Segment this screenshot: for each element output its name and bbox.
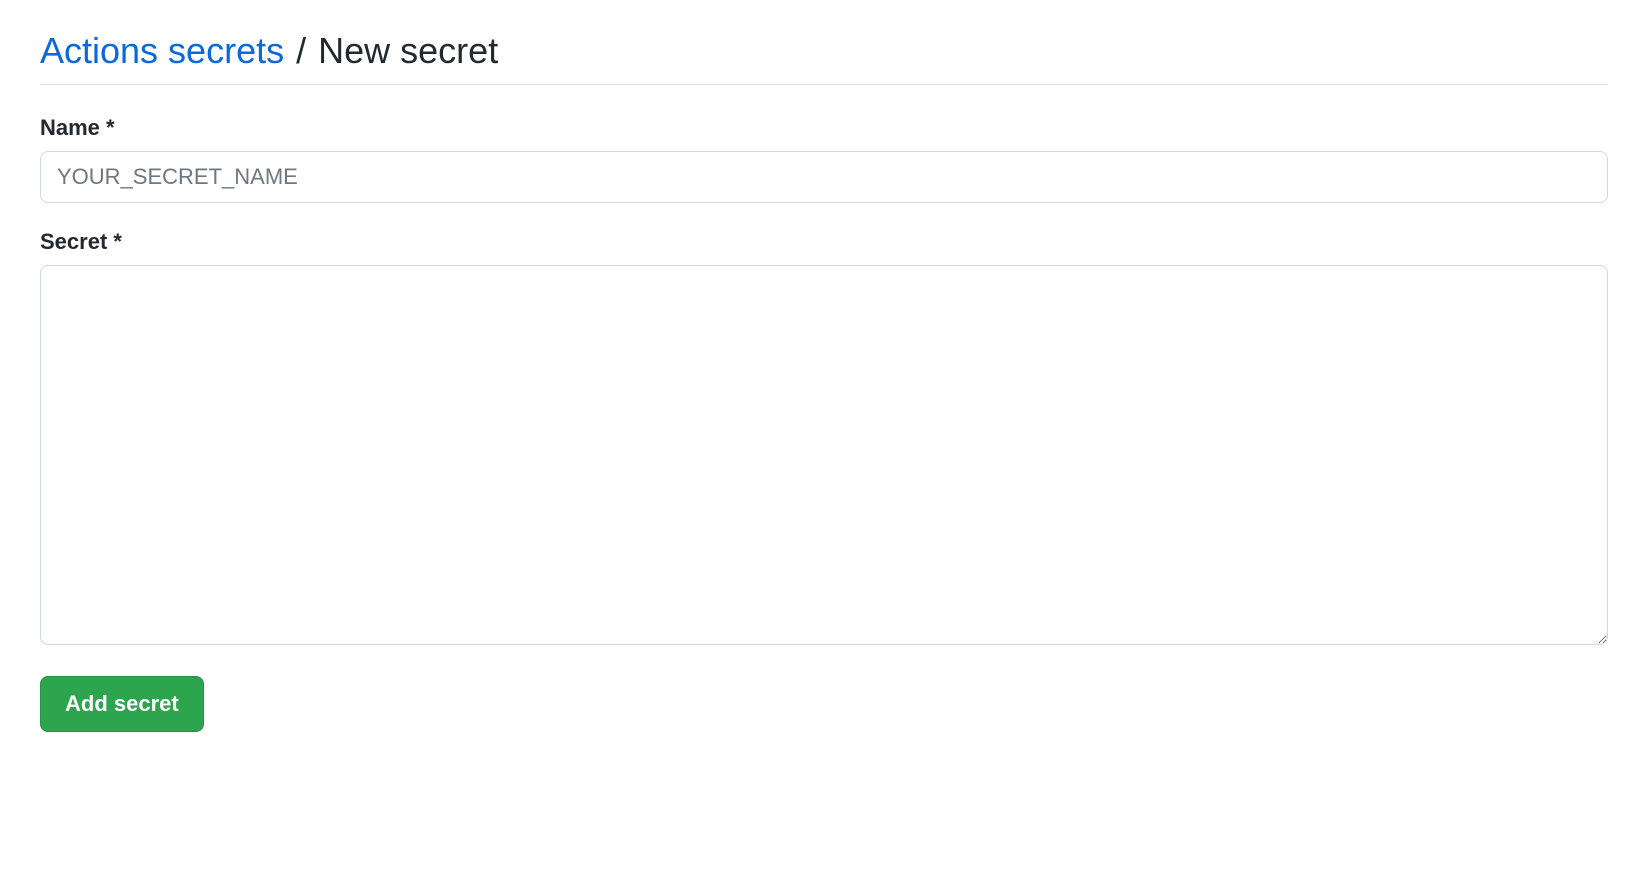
add-secret-button[interactable]: Add secret xyxy=(40,676,204,732)
form-group-name: Name * xyxy=(40,115,1608,203)
breadcrumb-link-actions-secrets[interactable]: Actions secrets xyxy=(40,30,284,71)
breadcrumb-current: New secret xyxy=(318,30,498,71)
secret-textarea[interactable] xyxy=(40,265,1608,645)
breadcrumb-separator: / xyxy=(296,30,306,71)
form-group-secret: Secret * xyxy=(40,229,1608,650)
secret-label: Secret * xyxy=(40,229,1608,255)
page-header: Actions secrets / New secret xyxy=(40,30,1608,85)
name-label: Name * xyxy=(40,115,1608,141)
name-input[interactable] xyxy=(40,151,1608,203)
